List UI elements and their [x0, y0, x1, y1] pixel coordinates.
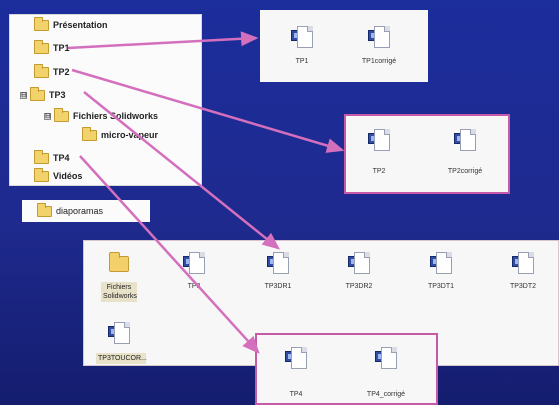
file-label: TP3 [187, 283, 201, 290]
tree-item-label: Fichiers Solidworks [73, 111, 159, 121]
tree-item-diaporamas[interactable]: diaporamas [37, 202, 104, 219]
tree-item-label: TP3 [49, 90, 66, 100]
tree-item-label: TP1 [53, 43, 70, 53]
file-label: TP3DT1 [427, 283, 455, 290]
file-label: TP4 [289, 391, 303, 398]
document-icon[interactable] [291, 24, 313, 50]
folder-tree-panel: Présentation TP1 TP2 ⊟ TP3 ⊟ Fichiers So… [9, 14, 202, 186]
tp2-files-panel: TP2 TP2corrigé [344, 114, 510, 194]
file-label: TP2 [372, 168, 386, 175]
file-label: TP3DR1 [264, 283, 292, 290]
tree-item-tp1[interactable]: TP1 [34, 39, 70, 56]
tree-item-label: TP2 [53, 67, 70, 77]
tree-item-tp4[interactable]: TP4 [34, 149, 70, 166]
tp1-files-panel: TP1 TP1corrigé [260, 10, 428, 82]
document-icon[interactable] [368, 24, 390, 50]
tp4-files-panel: TP4 TP4_corrigé [255, 333, 438, 405]
document-icon[interactable] [454, 127, 476, 153]
tree-item-micro-vapeur[interactable]: micro-vapeur [82, 126, 159, 143]
folder-icon [37, 202, 52, 217]
file-label: TP2corrigé [447, 168, 483, 175]
tree-item-label: TP4 [53, 153, 70, 163]
file-label: TP3DR2 [345, 283, 373, 290]
folder-icon [34, 16, 49, 31]
collapse-icon[interactable]: ⊟ [20, 91, 27, 99]
folder-icon [34, 63, 49, 78]
collapse-icon[interactable]: ⊟ [44, 112, 51, 120]
diaporamas-panel: diaporamas [22, 200, 150, 222]
folder-open-icon [30, 86, 45, 101]
tree-item-label: micro-vapeur [101, 130, 159, 140]
document-icon[interactable] [348, 250, 370, 276]
document-icon[interactable] [183, 250, 205, 276]
tree-item-label: Vidéos [53, 171, 83, 181]
document-icon[interactable] [430, 250, 452, 276]
tree-item-videos[interactable]: Vidéos [34, 167, 83, 184]
folder-icon [34, 39, 49, 54]
document-icon[interactable] [512, 250, 534, 276]
document-icon[interactable] [285, 345, 307, 371]
folder-icon[interactable] [109, 252, 129, 272]
folder-open-icon [54, 107, 69, 122]
tree-item-label: diaporamas [56, 206, 104, 216]
tree-item-tp2[interactable]: TP2 [34, 63, 70, 80]
document-icon[interactable] [375, 345, 397, 371]
file-label: TP3TOUCOR... [96, 353, 147, 364]
tree-item-label: Présentation [53, 20, 108, 30]
document-icon[interactable] [368, 127, 390, 153]
file-label: TP4_corrigé [366, 391, 406, 398]
tree-item-presentation[interactable]: Présentation [34, 16, 108, 33]
file-label: TP1corrigé [361, 58, 397, 65]
diagram-canvas: Présentation TP1 TP2 ⊟ TP3 ⊟ Fichiers So… [0, 0, 559, 405]
file-label: TP1 [295, 58, 309, 65]
folder-icon [82, 126, 97, 141]
folder-icon [34, 167, 49, 182]
file-label: TP3DT2 [509, 283, 537, 290]
tree-item-tp3[interactable]: ⊟ TP3 [20, 86, 66, 103]
folder-icon [34, 149, 49, 164]
tree-item-fichiers-solidworks[interactable]: ⊟ Fichiers Solidworks [44, 107, 159, 124]
document-icon[interactable] [267, 250, 289, 276]
document-icon[interactable] [108, 320, 130, 346]
folder-label: Fichiers Solidworks [101, 282, 137, 302]
